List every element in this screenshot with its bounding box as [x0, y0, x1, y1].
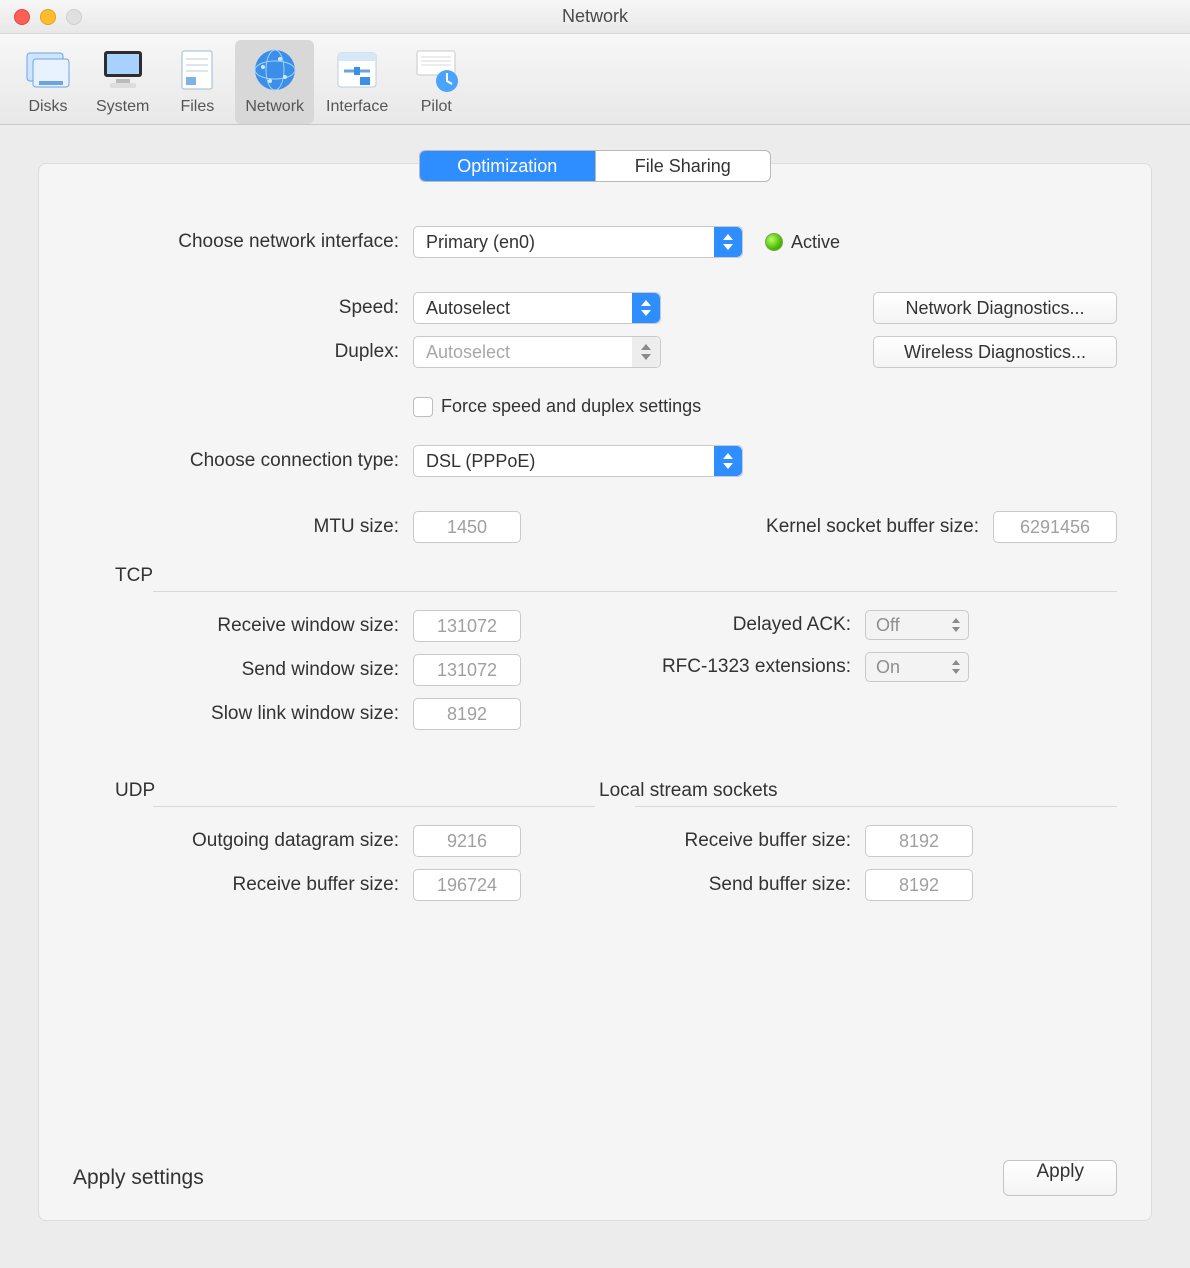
ls-send-label: Send buffer size: [595, 874, 865, 896]
tab-segment: Optimization File Sharing [419, 150, 771, 182]
duplex-label: Duplex: [73, 341, 413, 363]
divider [153, 806, 595, 807]
pilot-icon [410, 44, 462, 96]
toolbar-label: Disks [28, 98, 67, 116]
tcp-heading: TCP [115, 565, 1117, 587]
toolbar-network[interactable]: Network [235, 40, 314, 124]
delayed-ack-value: Off [876, 615, 900, 636]
files-icon [171, 44, 223, 96]
tab-optimization[interactable]: Optimization [420, 151, 595, 181]
stepper-icon [948, 653, 964, 681]
tab-file-sharing[interactable]: File Sharing [595, 151, 771, 181]
status-text: Active [791, 232, 840, 253]
toolbar-disks[interactable]: Disks [12, 40, 84, 124]
titlebar: Network [0, 0, 1190, 34]
toolbar-system[interactable]: System [86, 40, 159, 124]
network-diagnostics-button[interactable]: Network Diagnostics... [873, 292, 1117, 324]
rfc1323-value: On [876, 657, 900, 678]
select-stepper-icon [714, 446, 742, 476]
toolbar-label: Files [180, 98, 214, 116]
kernel-buffer-label: Kernel socket buffer size: [766, 516, 993, 538]
udp-receive-buffer-input[interactable]: 196724 [413, 869, 521, 901]
outgoing-datagram-label: Outgoing datagram size: [73, 830, 413, 852]
toolbar-label: Network [245, 98, 304, 116]
udp-heading: UDP [115, 780, 595, 802]
force-speed-checkbox[interactable] [413, 397, 433, 417]
interface-value: Primary (en0) [426, 232, 535, 253]
select-stepper-icon [714, 227, 742, 257]
rfc1323-label: RFC-1323 extensions: [595, 656, 865, 678]
send-window-label: Send window size: [73, 659, 413, 681]
duplex-value: Autoselect [426, 342, 510, 363]
divider [635, 806, 1117, 807]
speed-value: Autoselect [426, 298, 510, 319]
toolbar-interface[interactable]: Interface [316, 40, 398, 124]
mtu-input[interactable]: 1450 [413, 511, 521, 543]
status-indicator-icon [765, 233, 783, 251]
delayed-ack-select: Off [865, 610, 969, 640]
divider [153, 591, 1117, 592]
speed-label: Speed: [73, 297, 413, 319]
speed-select[interactable]: Autoselect [413, 292, 661, 324]
delayed-ack-label: Delayed ACK: [595, 614, 865, 636]
select-stepper-icon [632, 337, 660, 367]
connection-type-value: DSL (PPPoE) [426, 451, 535, 472]
wireless-diagnostics-button[interactable]: Wireless Diagnostics... [873, 336, 1117, 368]
disks-icon [22, 44, 74, 96]
connection-type-select[interactable]: DSL (PPPoE) [413, 445, 743, 477]
connection-type-label: Choose connection type: [73, 450, 413, 472]
choose-interface-label: Choose network interface: [73, 231, 413, 253]
toolbar-pilot[interactable]: Pilot [400, 40, 472, 124]
udp-receive-buffer-label: Receive buffer size: [73, 874, 413, 896]
interface-icon [331, 44, 383, 96]
window-title: Network [0, 6, 1190, 27]
force-speed-label: Force speed and duplex settings [441, 396, 701, 417]
system-icon [97, 44, 149, 96]
duplex-select: Autoselect [413, 336, 661, 368]
interface-select[interactable]: Primary (en0) [413, 226, 743, 258]
ls-receive-label: Receive buffer size: [595, 830, 865, 852]
kernel-buffer-input[interactable]: 6291456 [993, 511, 1117, 543]
toolbar-label: Pilot [421, 98, 452, 116]
main-panel: Optimization File Sharing Choose network… [38, 163, 1152, 1221]
toolbar-files[interactable]: Files [161, 40, 233, 124]
ls-send-input[interactable]: 8192 [865, 869, 973, 901]
slow-link-label: Slow link window size: [73, 703, 413, 725]
outgoing-datagram-input[interactable]: 9216 [413, 825, 521, 857]
receive-window-label: Receive window size: [73, 615, 413, 637]
rfc1323-select: On [865, 652, 969, 682]
receive-window-input[interactable]: 131072 [413, 610, 521, 642]
toolbar-label: System [96, 98, 149, 116]
apply-button[interactable]: Apply [1003, 1160, 1117, 1196]
apply-settings-label: Apply settings [73, 1166, 204, 1190]
network-icon [249, 44, 301, 96]
stepper-icon [948, 611, 964, 639]
local-stream-heading: Local stream sockets [599, 780, 1117, 802]
toolbar: Disks System Files Network Interface Pil… [0, 34, 1190, 125]
ls-receive-input[interactable]: 8192 [865, 825, 973, 857]
toolbar-label: Interface [326, 98, 388, 116]
send-window-input[interactable]: 131072 [413, 654, 521, 686]
mtu-label: MTU size: [73, 516, 413, 538]
slow-link-input[interactable]: 8192 [413, 698, 521, 730]
select-stepper-icon [632, 293, 660, 323]
